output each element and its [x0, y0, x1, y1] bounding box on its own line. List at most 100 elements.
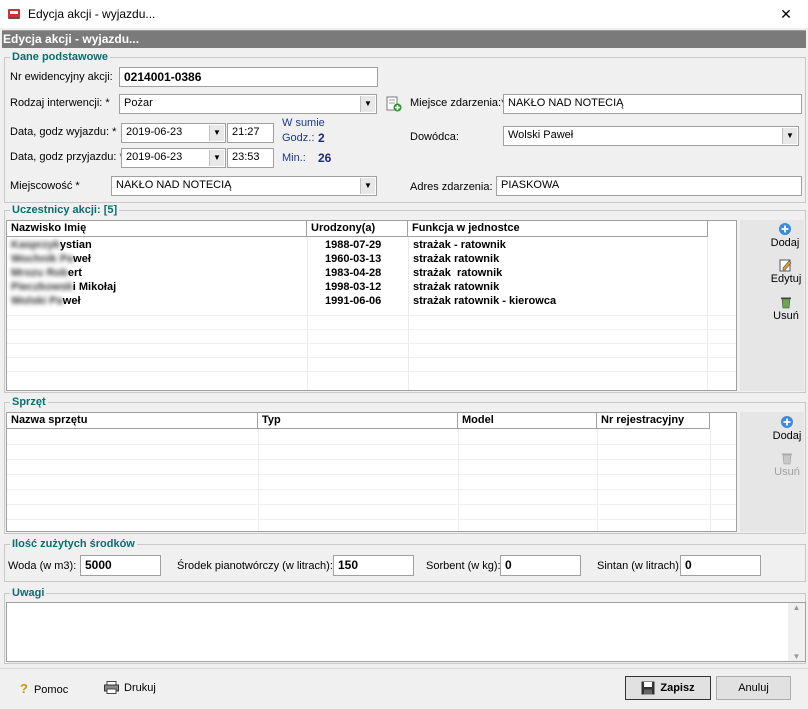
- srodek-label: Środek pianotwórczy (w litrach):: [177, 560, 333, 572]
- row-divider: [7, 519, 736, 520]
- function-cell: strażak ratownik: [413, 253, 500, 265]
- row-divider: [7, 504, 736, 505]
- floppy-disk-icon: [641, 681, 655, 695]
- notes-textarea[interactable]: [6, 602, 806, 662]
- question-icon: ?: [20, 681, 28, 696]
- row-divider: [7, 489, 736, 490]
- born-cell: 1998-03-12: [325, 281, 382, 293]
- row-divider: [7, 329, 736, 330]
- column-divider: [307, 237, 308, 390]
- rodzaj-select[interactable]: Pożar ▼: [119, 94, 377, 114]
- sorbent-label: Sorbent (w kg):: [426, 560, 501, 572]
- name-cell: ert: [67, 267, 82, 279]
- chevron-down-icon[interactable]: ▼: [360, 96, 375, 112]
- nr-label: Nr ewidencyjny akcji:: [10, 71, 113, 83]
- help-label: Pomoc: [33, 684, 69, 696]
- name-redacted: Wolski Pa: [11, 295, 63, 307]
- dowodca-select[interactable]: Wolski Paweł ▼: [503, 126, 799, 146]
- trash-icon: [781, 297, 791, 309]
- adres-input[interactable]: PIASKOWA: [496, 176, 802, 196]
- born-cell: 1991-06-06: [325, 295, 382, 307]
- wyjazd-date-picker[interactable]: 2019-06-23 ▼: [121, 123, 226, 143]
- chevron-down-icon[interactable]: ▼: [209, 125, 224, 141]
- sintan-input[interactable]: 0: [680, 555, 761, 576]
- rodzaj-value: Pożar: [124, 97, 153, 109]
- chevron-down-icon[interactable]: ▼: [782, 128, 797, 144]
- godz-value: 2: [318, 131, 325, 145]
- woda-label: Woda (w m3):: [8, 560, 77, 572]
- godz-label: Godz.:: [282, 132, 315, 144]
- equipment-legend: Sprzęt: [10, 396, 48, 408]
- miejscowosc-select[interactable]: NAKŁO NAD NOTECIĄ ▼: [111, 176, 377, 196]
- row-divider: [7, 371, 736, 372]
- add-participant-button[interactable]: Dodaj: [760, 222, 808, 249]
- column-header-function[interactable]: Funkcja w jednostce: [408, 221, 708, 237]
- app-icon: [8, 9, 20, 19]
- wyjazd-date-value: 2019-06-23: [126, 126, 183, 138]
- edit-participant-button[interactable]: Edytuj: [761, 258, 808, 285]
- przyjazd-time-input[interactable]: 23:53: [227, 148, 274, 168]
- window-title: Edycja akcji - wyjazdu...: [28, 7, 156, 21]
- equipment-table[interactable]: Nazwa sprzętu Typ Model Nr rejestracyjny: [6, 412, 737, 532]
- row-divider: [7, 343, 736, 344]
- name-redacted: Mrozu Rob: [11, 267, 68, 279]
- wyjazd-time-input[interactable]: 21:27: [227, 123, 274, 143]
- print-button[interactable]: Drukuj: [104, 681, 156, 694]
- chevron-down-icon[interactable]: ▼: [209, 150, 224, 166]
- przyjazd-date-value: 2019-06-23: [126, 151, 183, 163]
- remove-equipment-label: Usuń: [774, 466, 800, 478]
- remove-participant-button[interactable]: Usuń: [761, 295, 808, 322]
- close-button[interactable]: ✕: [766, 2, 806, 26]
- column-header-registration[interactable]: Nr rejestracyjny: [597, 413, 710, 429]
- row-divider: [7, 459, 736, 460]
- przyjazd-label: Data, godz przyjazdu: *: [10, 151, 124, 163]
- born-cell: 1983-04-28: [325, 267, 382, 279]
- edit-icon: [779, 259, 792, 272]
- help-button[interactable]: ? Pomoc: [20, 681, 68, 696]
- participants-table[interactable]: Nazwisko Imię Urodzony(a) Funkcja w jedn…: [6, 220, 737, 391]
- printer-icon: [104, 681, 119, 694]
- page-title: Edycja akcji - wyjazdu...: [3, 32, 140, 46]
- add-equipment-button[interactable]: Dodaj: [762, 415, 808, 442]
- srodek-input[interactable]: 150: [333, 555, 414, 576]
- scroll-down-icon[interactable]: ▼: [788, 652, 805, 661]
- save-label: Zapisz: [660, 682, 695, 694]
- column-header-type[interactable]: Typ: [258, 413, 458, 429]
- column-header-name[interactable]: Nazwisko Imię: [7, 221, 307, 237]
- nr-input[interactable]: 0214001-0386: [119, 67, 378, 87]
- trash-icon: [782, 453, 792, 465]
- column-header-model[interactable]: Model: [458, 413, 597, 429]
- save-button[interactable]: Zapisz: [625, 676, 711, 700]
- woda-input[interactable]: 5000: [80, 555, 161, 576]
- notes-scrollbar[interactable]: ▲ ▼: [788, 603, 805, 661]
- name-cell: i Mikołaj: [72, 281, 117, 293]
- cancel-button[interactable]: Anuluj: [716, 676, 791, 700]
- miejscowosc-label: Miejscowość *: [10, 180, 80, 192]
- function-cell: strażak - ratownik: [413, 239, 506, 251]
- born-cell: 1960-03-13: [325, 253, 382, 265]
- add-equipment-label: Dodaj: [772, 430, 802, 442]
- scroll-up-icon[interactable]: ▲: [788, 603, 805, 612]
- miejsce-input[interactable]: NAKŁO NAD NOTECIĄ: [503, 94, 802, 114]
- add-intervention-icon[interactable]: [386, 96, 402, 112]
- rodzaj-label: Rodzaj interwencji: *: [10, 97, 110, 109]
- function-cell: strażak ratownik - kierowca: [413, 295, 557, 307]
- born-cell: 1988-07-29: [325, 239, 382, 251]
- row-divider: [7, 444, 736, 445]
- function-cell: strażak ratownik: [413, 281, 500, 293]
- remove-equipment-button[interactable]: Usuń: [762, 451, 808, 478]
- row-divider: [7, 474, 736, 475]
- sum-label: W sumie: [282, 117, 325, 129]
- miejscowosc-value: NAKŁO NAD NOTECIĄ: [116, 179, 232, 191]
- name-cell: weł: [62, 295, 81, 307]
- min-label: Min.:: [282, 152, 306, 164]
- przyjazd-date-picker[interactable]: 2019-06-23 ▼: [121, 148, 226, 168]
- function-cell: strażak ratownik: [413, 267, 503, 279]
- name-redacted: Kasprzyk: [11, 239, 60, 251]
- column-header-equipment-name[interactable]: Nazwa sprzętu: [7, 413, 258, 429]
- column-header-born[interactable]: Urodzony(a): [307, 221, 408, 237]
- participants-legend: Uczestnicy akcji: [5]: [10, 204, 120, 216]
- resources-legend: Ilość zużytych środków: [10, 538, 137, 550]
- chevron-down-icon[interactable]: ▼: [360, 178, 375, 194]
- sorbent-input[interactable]: 0: [500, 555, 581, 576]
